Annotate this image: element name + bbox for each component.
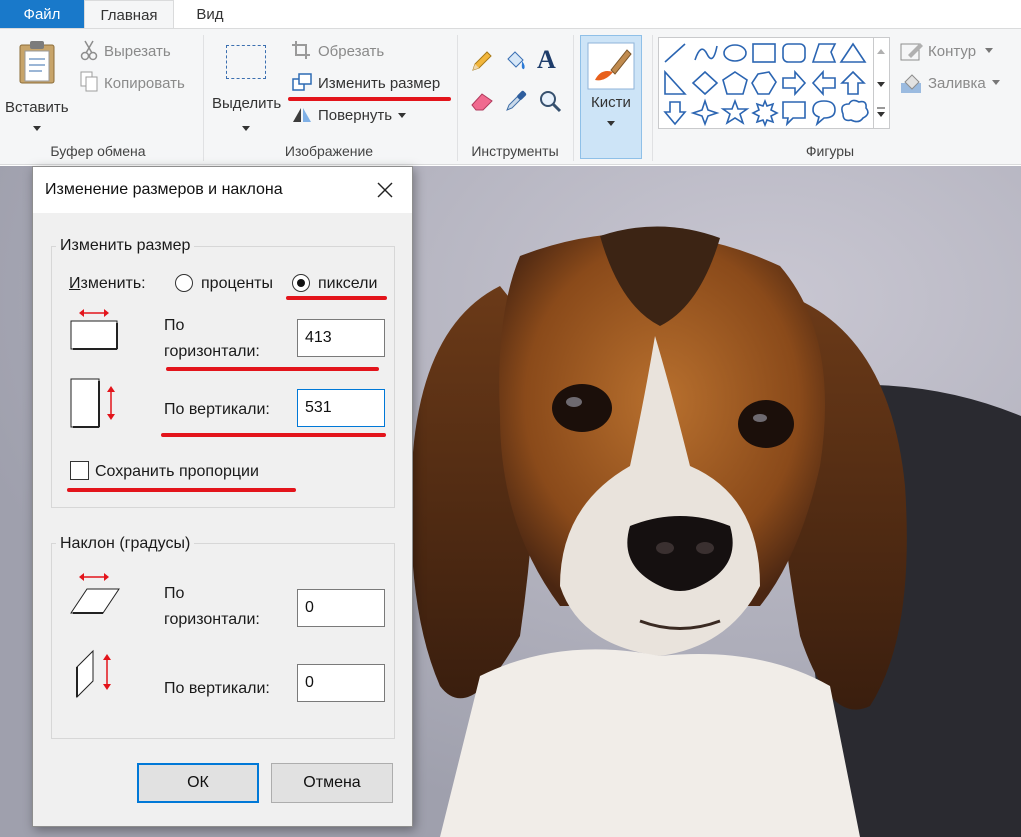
magnifier-icon[interactable] bbox=[538, 89, 562, 113]
paste-label: Вставить bbox=[5, 99, 69, 116]
divider bbox=[457, 35, 458, 161]
shapes-icons bbox=[663, 42, 869, 128]
outline-icon bbox=[900, 43, 923, 61]
select-icon bbox=[226, 45, 266, 79]
rotate-icon bbox=[293, 108, 311, 122]
tools-group-label: Инструменты bbox=[471, 143, 559, 159]
shapes-gallery[interactable] bbox=[658, 37, 874, 129]
divider bbox=[573, 35, 574, 161]
chevron-down-icon bbox=[242, 126, 250, 131]
dialog-title: Изменение размеров и наклона bbox=[45, 181, 283, 198]
horizontal-skew-icon bbox=[70, 573, 120, 614]
shapes-scrollbar[interactable] bbox=[874, 37, 890, 129]
vertical-label: По вертикали: bbox=[164, 401, 270, 418]
skew-horizontal-label: По bbox=[164, 585, 185, 602]
ribbon: Вставить Вырезать Копировать Буфер обмен… bbox=[0, 28, 1021, 165]
chevron-down-icon bbox=[33, 126, 41, 131]
pixels-label[interactable]: пиксели bbox=[318, 271, 377, 296]
ok-button[interactable]: ОК bbox=[137, 763, 259, 803]
close-icon bbox=[377, 182, 393, 198]
resize-by-label: Изменить: bbox=[69, 275, 146, 292]
chevron-down-icon bbox=[607, 121, 615, 126]
chevron-down-icon bbox=[398, 113, 406, 118]
highlight-underline bbox=[286, 296, 387, 300]
dialog-titlebar: Изменение размеров и наклона bbox=[33, 167, 412, 213]
horizontal-label: По bbox=[164, 317, 185, 334]
clipboard-icon bbox=[19, 41, 55, 84]
pixels-radio[interactable] bbox=[292, 274, 310, 292]
tab-home[interactable]: Главная bbox=[84, 0, 174, 29]
percent-radio[interactable] bbox=[175, 274, 193, 292]
skew-vertical-input[interactable] bbox=[297, 664, 385, 702]
highlight-underline bbox=[166, 367, 379, 371]
cut-button[interactable]: Вырезать bbox=[104, 43, 171, 60]
rotate-button[interactable]: Повернуть bbox=[318, 107, 392, 124]
copy-button[interactable]: Копировать bbox=[104, 75, 185, 92]
copy-icon bbox=[80, 71, 98, 92]
color-picker-icon[interactable] bbox=[504, 89, 528, 113]
horizontal-label-2: горизонтали: bbox=[164, 343, 260, 360]
brush-icon bbox=[587, 42, 635, 90]
vertical-skew-icon bbox=[76, 649, 111, 699]
skew-vertical-label: По вертикали: bbox=[164, 680, 270, 697]
eraser-icon[interactable] bbox=[470, 91, 494, 111]
fill-icon bbox=[901, 74, 921, 93]
select-label: Выделить bbox=[212, 95, 282, 112]
image-group-label: Изображение bbox=[284, 143, 374, 159]
highlight-underline bbox=[67, 488, 296, 492]
highlight-underline bbox=[161, 433, 386, 437]
highlight-underline bbox=[288, 97, 451, 101]
tab-view[interactable]: Вид bbox=[180, 0, 240, 28]
percent-label[interactable]: проценты bbox=[201, 271, 273, 296]
resize-group-title: Изменить размер bbox=[56, 237, 195, 255]
resize-icon bbox=[292, 73, 312, 91]
radio-selected-dot bbox=[297, 279, 305, 287]
crop-button[interactable]: Обрезать bbox=[318, 43, 384, 60]
vertical-resize-icon bbox=[70, 378, 115, 428]
shapes-group-label: Фигуры bbox=[805, 143, 855, 159]
fill-button[interactable]: Заливка bbox=[928, 75, 986, 92]
chevron-down-icon bbox=[992, 80, 1000, 85]
clipboard-group-label: Буфер обмена bbox=[50, 143, 146, 159]
pencil-icon[interactable] bbox=[470, 49, 494, 73]
keep-ratio-checkbox[interactable] bbox=[70, 461, 89, 480]
resize-button[interactable]: Изменить размер bbox=[318, 75, 440, 92]
scissors-icon bbox=[80, 40, 98, 61]
paste-button[interactable]: Вставить bbox=[4, 35, 70, 135]
menu-bar: Файл Главная Вид bbox=[0, 0, 1021, 29]
close-button[interactable] bbox=[371, 177, 399, 203]
scroll-arrows-icon bbox=[877, 49, 885, 117]
crop-icon bbox=[292, 41, 310, 59]
skew-horizontal-label-2: горизонтали: bbox=[164, 611, 260, 628]
divider bbox=[203, 35, 204, 161]
horizontal-size-input[interactable] bbox=[297, 319, 385, 357]
brushes-button[interactable]: Кисти bbox=[580, 35, 642, 159]
vertical-size-input[interactable] bbox=[297, 389, 385, 427]
chevron-down-icon bbox=[985, 48, 993, 53]
resize-skew-dialog: Изменение размеров и наклона Изменить ра… bbox=[32, 166, 413, 827]
horizontal-resize-icon bbox=[70, 309, 118, 350]
text-tool-icon[interactable]: A bbox=[537, 45, 556, 75]
cancel-button[interactable]: Отмена bbox=[271, 763, 393, 803]
skew-group-title: Наклон (градусы) bbox=[56, 535, 195, 553]
fill-bucket-icon[interactable] bbox=[502, 49, 528, 73]
divider bbox=[652, 35, 653, 161]
brushes-label: Кисти bbox=[591, 94, 631, 111]
skew-horizontal-input[interactable] bbox=[297, 589, 385, 627]
tab-file[interactable]: Файл bbox=[0, 0, 84, 28]
select-button[interactable]: Выделить bbox=[208, 35, 284, 135]
outline-button[interactable]: Контур bbox=[928, 43, 976, 60]
keep-ratio-label[interactable]: Сохранить пропорции bbox=[95, 459, 259, 484]
